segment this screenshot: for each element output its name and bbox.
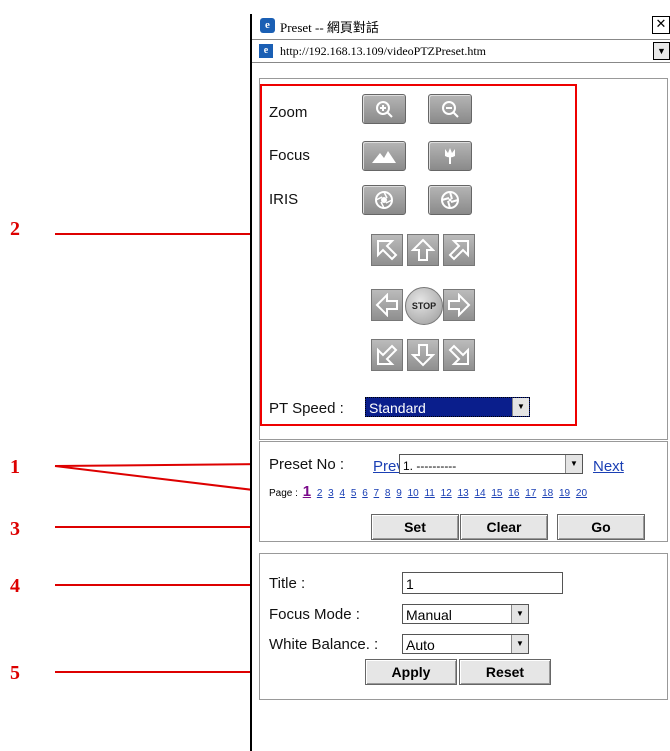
iris-label: IRIS xyxy=(269,191,299,208)
page-link[interactable]: 20 xyxy=(576,488,587,499)
address-dropdown-button[interactable]: ▼ xyxy=(653,42,670,60)
apply-button[interactable]: Apply xyxy=(365,659,457,685)
white-balance-value: Auto xyxy=(406,637,435,653)
pt-speed-select[interactable]: Standard ▼ xyxy=(365,397,530,417)
chevron-down-icon[interactable]: ▼ xyxy=(565,455,582,473)
chevron-down-icon[interactable]: ▼ xyxy=(511,605,528,623)
title-label: Title : xyxy=(269,575,306,592)
focus-label: Focus xyxy=(269,147,310,164)
window-title: Preset -- 網頁對話 xyxy=(280,20,379,35)
page-link[interactable]: 14 xyxy=(474,488,485,499)
zoom-out-button[interactable] xyxy=(428,94,472,124)
ie-icon: e xyxy=(260,18,275,33)
arrow-right-icon xyxy=(448,293,471,317)
focus-near-button[interactable] xyxy=(428,141,472,171)
iris-close-icon xyxy=(441,191,459,209)
arrow-up-icon xyxy=(411,238,435,261)
pan-up-left-button[interactable] xyxy=(371,234,403,266)
page-link[interactable]: 12 xyxy=(441,488,452,499)
pan-down-right-button[interactable] xyxy=(443,339,475,371)
ie-page-icon: e xyxy=(259,44,273,58)
flower-icon xyxy=(445,148,455,164)
tilt-up-button[interactable] xyxy=(407,234,439,266)
mountain-icon xyxy=(372,151,396,163)
reset-button[interactable]: Reset xyxy=(459,659,551,685)
page-link[interactable]: 8 xyxy=(385,488,391,499)
title-input[interactable]: 1 xyxy=(402,572,563,594)
preset-no-select[interactable]: 1. ---------- ▼ xyxy=(399,454,583,474)
arrow-up-left-icon xyxy=(377,240,398,261)
page-link[interactable]: 13 xyxy=(458,488,469,499)
chevron-down-icon[interactable]: ▼ xyxy=(512,398,529,416)
preset-next-link[interactable]: Next xyxy=(593,458,624,475)
page-link[interactable]: 3 xyxy=(328,488,334,499)
arrow-up-right-icon xyxy=(448,240,469,261)
pt-speed-label: PT Speed : xyxy=(269,400,344,417)
page-link[interactable]: 7 xyxy=(374,488,380,499)
zoom-in-icon xyxy=(376,101,393,118)
page-link[interactable]: 1 xyxy=(303,483,311,500)
preset-no-value: 1. ---------- xyxy=(403,459,457,473)
title-bar: e Preset -- 網頁對話 ✕ xyxy=(252,14,670,36)
page-label: Page : xyxy=(269,488,298,499)
focus-mode-label: Focus Mode : xyxy=(269,606,360,623)
white-balance-select[interactable]: Auto ▼ xyxy=(402,634,529,654)
page-link[interactable]: 4 xyxy=(340,488,346,499)
arrow-down-left-icon xyxy=(377,344,398,365)
pan-right-button[interactable] xyxy=(443,289,475,321)
address-bar: e http://192.168.13.109/videoPTZPreset.h… xyxy=(252,39,670,63)
arrow-down-right-icon xyxy=(448,344,469,365)
page-selector: Page : 1 2 3 4 5 6 7 8 9 10 11 12 13 14 … xyxy=(269,483,590,500)
close-icon[interactable]: ✕ xyxy=(652,16,670,34)
iris-close-button[interactable] xyxy=(428,185,472,215)
page-link[interactable]: 16 xyxy=(508,488,519,499)
callout-arrow-1b xyxy=(54,465,272,498)
address-url[interactable]: http://192.168.13.109/videoPTZPreset.htm xyxy=(280,44,486,59)
pan-down-left-button[interactable] xyxy=(371,339,403,371)
page-link[interactable]: 17 xyxy=(525,488,536,499)
page-link[interactable]: 18 xyxy=(542,488,553,499)
arrow-left-icon xyxy=(375,293,398,317)
page-link[interactable]: 19 xyxy=(559,488,570,499)
iris-open-icon xyxy=(375,191,393,209)
focus-mode-select[interactable]: Manual ▼ xyxy=(402,604,529,624)
zoom-label: Zoom xyxy=(269,104,308,121)
set-button[interactable]: Set xyxy=(371,514,459,540)
clear-button[interactable]: Clear xyxy=(460,514,548,540)
callout-arrow-1a xyxy=(54,456,272,473)
chevron-down-icon[interactable]: ▼ xyxy=(511,635,528,653)
page-link[interactable]: 10 xyxy=(408,488,419,499)
zoom-out-icon xyxy=(442,101,459,118)
focus-mode-value: Manual xyxy=(406,607,452,623)
iris-open-button[interactable] xyxy=(362,185,406,215)
zoom-in-button[interactable] xyxy=(362,94,406,124)
tilt-down-button[interactable] xyxy=(407,339,439,371)
pan-up-right-button[interactable] xyxy=(443,234,475,266)
preset-dialog-window: e Preset -- 網頁對話 ✕ e http://192.168.13.1… xyxy=(250,14,670,751)
page-link[interactable]: 9 xyxy=(396,488,402,499)
stop-button[interactable]: STOP xyxy=(405,287,443,325)
page-link[interactable]: 2 xyxy=(317,488,323,499)
page-link[interactable]: 5 xyxy=(351,488,357,499)
preset-no-label: Preset No : xyxy=(269,456,345,473)
page-link[interactable]: 6 xyxy=(362,488,368,499)
page-link[interactable]: 15 xyxy=(491,488,502,499)
pan-left-button[interactable] xyxy=(371,289,403,321)
pt-speed-value: Standard xyxy=(369,400,426,416)
page-link[interactable]: 11 xyxy=(424,488,434,499)
arrow-down-icon xyxy=(411,344,435,367)
white-balance-label: White Balance. : xyxy=(269,636,379,653)
go-button[interactable]: Go xyxy=(557,514,645,540)
focus-far-button[interactable] xyxy=(362,141,406,171)
